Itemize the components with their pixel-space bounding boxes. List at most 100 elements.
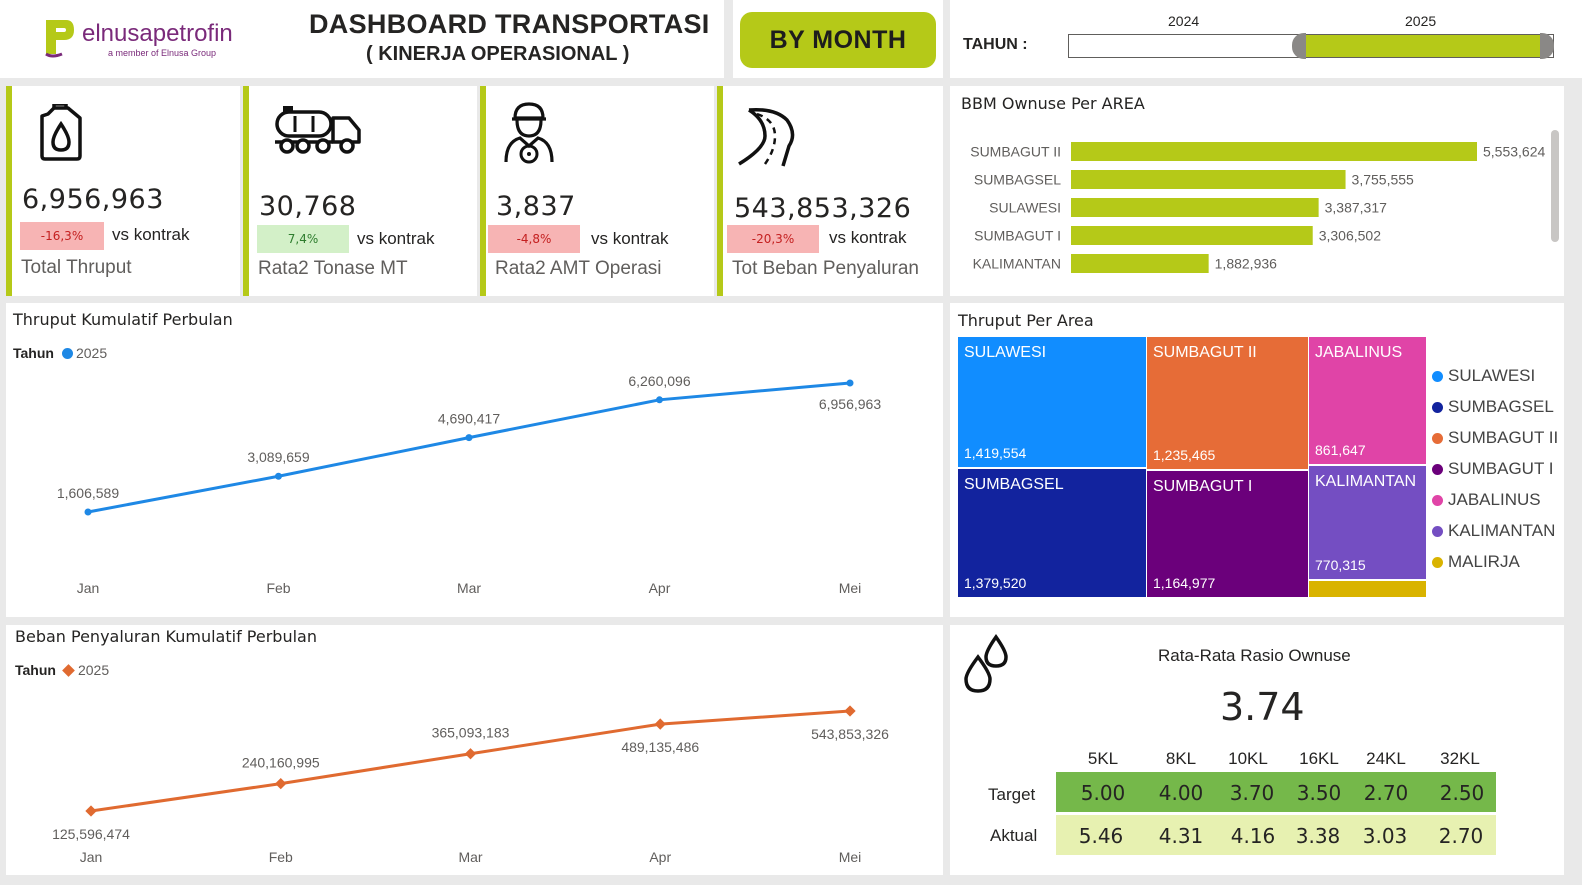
bar[interactable] xyxy=(1071,254,1209,273)
aktual-cell: 5.46 xyxy=(1078,824,1124,848)
kpi-card-total-thruput: 6,956,963 -16,3% vs kontrak Total Thrupu… xyxy=(6,86,240,296)
treemap-legend-item[interactable]: JABALINUS xyxy=(1432,490,1541,510)
logo-name: elnusapetrofin xyxy=(82,20,233,47)
kpi-label: Rata2 Tonase MT xyxy=(258,258,408,279)
year-slicer-panel: TAHUN : 2024 2025 xyxy=(950,0,1582,78)
row-label-target: Target xyxy=(988,785,1036,804)
x-tick-label: Feb xyxy=(269,849,293,865)
treemap-legend-item[interactable]: SUMBAGUT II xyxy=(1432,428,1558,448)
data-point[interactable] xyxy=(85,805,97,817)
bar[interactable] xyxy=(1071,198,1319,217)
beban-line-chart: 125,596,474 Jan 240,160,995 Feb 365,093,183 M… xyxy=(52,705,889,865)
logo-panel: elnusapetrofin a member of Elnusa Group xyxy=(0,0,258,78)
kpi-accent-bar xyxy=(717,86,723,296)
target-cell: 4.00 xyxy=(1158,781,1204,805)
data-label: 240,160,995 xyxy=(242,755,320,771)
ratio-col-header: 5KL xyxy=(1087,749,1119,768)
bar-category-label: SULAWESI xyxy=(989,200,1061,216)
kpi-vs-label: vs kontrak xyxy=(357,229,435,248)
legend-label: SULAWESI xyxy=(1448,366,1536,385)
kpi-label: Rata2 AMT Operasi xyxy=(495,258,662,279)
legend-dot-icon xyxy=(1432,494,1443,506)
x-tick-label: Apr xyxy=(649,849,671,865)
bbm-bar-chart: SUMBAGUT II 5,553,624 SUMBAGSEL 3,755,555 SU… xyxy=(970,142,1545,273)
bar-category-label: SUMBAGUT II xyxy=(970,144,1061,160)
target-cell: 3.50 xyxy=(1296,781,1342,805)
x-tick-label: Mei xyxy=(839,849,862,865)
data-label: 489,135,486 xyxy=(621,739,699,755)
kpi-label: Tot Beban Penyaluran xyxy=(732,258,919,279)
data-point[interactable] xyxy=(464,748,477,760)
legend-label: MALIRJA xyxy=(1448,552,1520,571)
treemap-tile-value: 1,379,520 xyxy=(964,575,1027,591)
treemap-tile-value: 770,315 xyxy=(1315,557,1366,573)
data-label: 4,690,417 xyxy=(438,411,500,427)
kpi-badge: -20,3% xyxy=(727,225,819,253)
fuel-can-icon xyxy=(40,104,82,161)
legend-dot-icon xyxy=(1432,370,1443,382)
data-point[interactable] xyxy=(846,379,854,387)
x-tick-label: Mei xyxy=(839,580,862,596)
kpi-card-tonase: 30,768 7,4% vs kontrak Rata2 Tonase MT xyxy=(243,86,477,296)
ratio-col-header: 16KL xyxy=(1299,749,1339,768)
data-point[interactable] xyxy=(275,472,282,480)
aktual-cell: 3.03 xyxy=(1362,824,1408,848)
year-slicer-label: TAHUN : xyxy=(963,36,1028,53)
title-panel: DASHBOARD TRANSPORTASI ( KINERJA OPERASI… xyxy=(258,0,724,78)
data-label: 125,596,474 xyxy=(52,826,130,842)
legend-label: KALIMANTAN xyxy=(1448,521,1556,540)
kpi-label: Total Thruput xyxy=(21,257,132,278)
beban-line-panel: Beban Penyaluran Kumulatif Perbulan Tahu… xyxy=(6,625,943,875)
bar-value-label: 5,553,624 xyxy=(1483,144,1545,160)
ratio-title: Rata-Rata Rasio Ownuse xyxy=(1158,646,1351,665)
bar[interactable] xyxy=(1071,170,1346,189)
kpi-card-amt: 3,837 -4,8% vs kontrak Rata2 AMT Operasi xyxy=(480,86,714,296)
kpi-value: 30,768 xyxy=(259,191,357,222)
aktual-cell: 2.70 xyxy=(1438,824,1484,848)
treemap-tile-value: 1,235,465 xyxy=(1153,447,1216,463)
treemap-legend-item[interactable]: MALIRJA xyxy=(1432,552,1520,572)
legend-label: SUMBAGSEL xyxy=(1448,397,1554,416)
treemap-tile-name: JABALINUS xyxy=(1315,344,1403,361)
aktual-cell: 4.31 xyxy=(1158,824,1204,848)
data-point[interactable] xyxy=(84,508,92,516)
kpi-badge: 7,4% xyxy=(257,225,349,253)
kpi-value: 543,853,326 xyxy=(734,193,912,224)
target-cell: 2.50 xyxy=(1439,781,1485,805)
ratio-col-header: 8KL xyxy=(1165,749,1197,768)
x-tick-label: Mar xyxy=(457,580,481,596)
bar[interactable] xyxy=(1071,226,1313,245)
by-month-button[interactable]: BY MONTH xyxy=(740,12,936,68)
ratio-col-header: 24KL xyxy=(1366,749,1406,768)
treemap-legend-item[interactable]: SUMBAGSEL xyxy=(1432,397,1554,417)
year-slider-range xyxy=(1302,34,1542,58)
treemap-legend-item[interactable]: SUMBAGUT I xyxy=(1432,459,1553,479)
page-title: DASHBOARD TRANSPORTASI xyxy=(309,9,710,39)
legend-label: SUMBAGUT I xyxy=(1448,459,1554,478)
data-point[interactable] xyxy=(465,434,473,442)
data-point[interactable] xyxy=(844,705,856,717)
target-cell: 5.00 xyxy=(1080,781,1126,805)
data-label: 365,093,183 xyxy=(432,725,510,741)
data-label: 543,853,326 xyxy=(811,726,889,742)
treemap-legend-item[interactable]: KALIMANTAN xyxy=(1432,521,1555,541)
bbm-scrollbar[interactable] xyxy=(1551,130,1559,242)
kpi-vs-label: vs kontrak xyxy=(829,228,907,247)
data-label: 6,260,096 xyxy=(628,373,690,389)
data-point[interactable] xyxy=(275,777,287,790)
bar-category-label: SUMBAGUT I xyxy=(974,228,1061,244)
row-label-aktual: Aktual xyxy=(990,826,1038,845)
bar-value-label: 1,882,936 xyxy=(1215,256,1277,272)
x-tick-label: Apr xyxy=(649,580,671,596)
bar-category-label: SUMBAGSEL xyxy=(974,172,1061,188)
treemap-legend-item[interactable]: SULAWESI xyxy=(1432,366,1535,386)
bar[interactable] xyxy=(1071,142,1477,161)
legend-dot-icon xyxy=(1432,401,1443,413)
kpi-value: 6,956,963 xyxy=(22,184,164,215)
kpi-badge: -4,8% xyxy=(488,225,580,253)
treemap-tile[interactable] xyxy=(1309,581,1426,597)
year-label-2024: 2024 xyxy=(1168,13,1200,29)
data-point[interactable] xyxy=(654,718,666,730)
kpi-accent-bar xyxy=(480,86,486,296)
data-point[interactable] xyxy=(656,396,663,404)
